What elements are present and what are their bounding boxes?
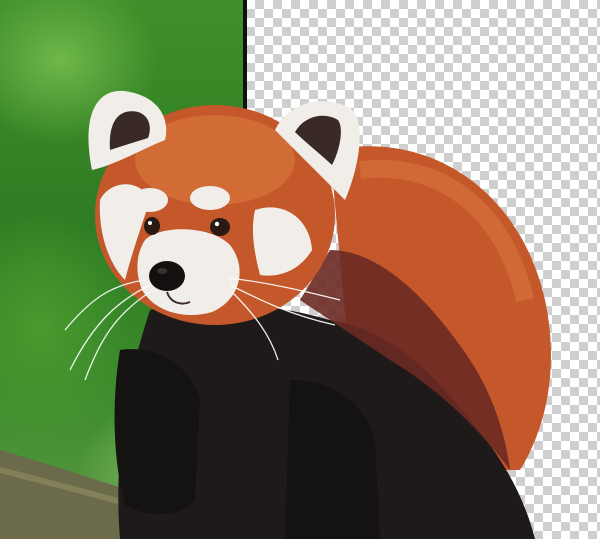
- panda-brow-right: [190, 186, 230, 210]
- panda-eye-right: [210, 218, 230, 236]
- panda-eye-left: [144, 217, 160, 235]
- panda-nose: [149, 261, 185, 291]
- red-panda-illustration: [0, 90, 551, 539]
- image-canvas: [0, 0, 600, 539]
- panda-brow-left: [132, 188, 168, 212]
